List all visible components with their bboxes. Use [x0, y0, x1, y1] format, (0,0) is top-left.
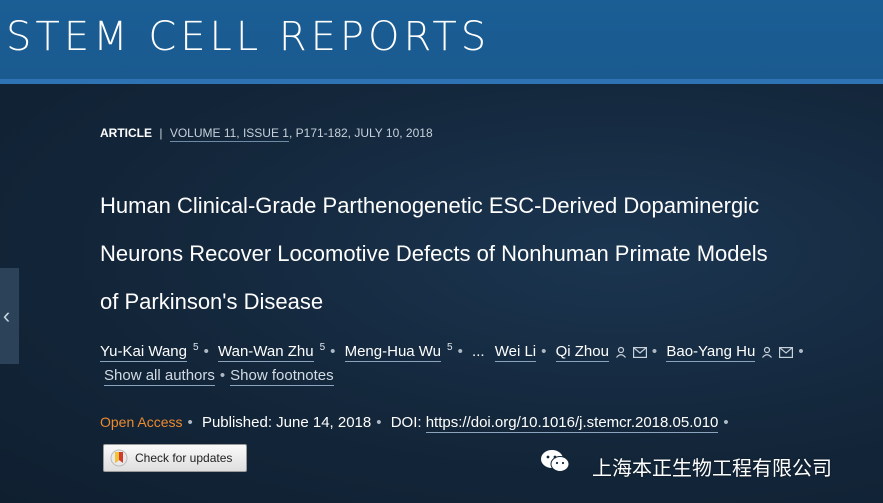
- author-list: Yu-Kai Wang 5 • Wan-Wan Zhu 5 • Meng-Hua Wu 5…: [100, 338, 860, 362]
- bullet-separator: •: [219, 367, 226, 384]
- bullet-separator: •: [187, 414, 193, 431]
- meta-separator: |: [159, 126, 163, 140]
- article-meta: ARTICLE | VOLUME 11, ISSUE 1, P171-182, …: [100, 126, 433, 142]
- person-icon[interactable]: [761, 346, 773, 358]
- doi-label: DOI:: [390, 414, 422, 431]
- journal-header: STEM CELL REPORTS: [0, 0, 883, 79]
- bullet-separator: •: [541, 343, 547, 360]
- journal-title[interactable]: STEM CELL REPORTS: [6, 14, 490, 60]
- title-line: Human Clinical-Grade Parthenogenetic ESC…: [100, 193, 760, 218]
- author-link[interactable]: Wei Li: [494, 343, 537, 362]
- author-actions: Show all authors • Show footnotes: [104, 367, 334, 386]
- person-icon[interactable]: [615, 346, 627, 358]
- bullet-separator: •: [457, 343, 463, 360]
- watermark-text: 上海本正生物工程有限公司: [592, 456, 832, 480]
- title-line: Neurons Recover Locomotive Defects of No…: [100, 241, 768, 266]
- bullet-separator: •: [723, 414, 729, 431]
- doi-link[interactable]: https://doi.org/10.1016/j.stemcr.2018.05…: [425, 414, 719, 433]
- side-panel-toggle[interactable]: ‹: [0, 268, 19, 364]
- published-date: Published: June 14, 2018: [201, 414, 372, 431]
- email-icon[interactable]: [632, 346, 647, 358]
- email-icon[interactable]: [779, 346, 794, 358]
- author-link[interactable]: Qi Zhou: [555, 343, 609, 362]
- publication-info: Open Access • Published: June 14, 2018 • D…: [100, 414, 734, 433]
- crossmark-icon: [110, 449, 128, 467]
- title-line: of Parkinson's Disease: [100, 289, 324, 314]
- pages-date: , P171-182, JULY 10, 2018: [288, 126, 433, 140]
- bullet-separator: •: [798, 343, 804, 360]
- author-footnote[interactable]: 5: [193, 342, 199, 353]
- bullet-separator: •: [376, 414, 382, 431]
- open-access-badge[interactable]: Open Access: [100, 414, 183, 430]
- show-all-authors-link[interactable]: Show all authors: [104, 367, 215, 386]
- author-link[interactable]: Meng-Hua Wu: [344, 343, 442, 362]
- bullet-separator: •: [651, 343, 658, 360]
- bullet-separator: •: [330, 343, 336, 360]
- volume-issue-link[interactable]: VOLUME 11, ISSUE 1: [169, 126, 289, 142]
- author-link[interactable]: Yu-Kai Wang: [100, 343, 187, 362]
- show-footnotes-link[interactable]: Show footnotes: [230, 367, 334, 386]
- article-type: ARTICLE: [100, 126, 152, 140]
- author-link[interactable]: Bao-Yang Hu: [666, 343, 756, 362]
- bullet-separator: •: [203, 343, 209, 360]
- author-footnote[interactable]: 5: [447, 342, 453, 353]
- authors-ellipsis: ...: [472, 343, 485, 360]
- chevron-left-icon: ‹: [2, 303, 11, 328]
- author-link[interactable]: Wan-Wan Zhu: [218, 343, 314, 362]
- wechat-icon: [541, 450, 570, 472]
- check-for-updates-label: Check for updates: [135, 451, 233, 465]
- author-footnote[interactable]: 5: [320, 342, 326, 353]
- check-for-updates-button[interactable]: Check for updates: [103, 444, 247, 472]
- article-title: Human Clinical-Grade Parthenogenetic ESC…: [100, 182, 860, 326]
